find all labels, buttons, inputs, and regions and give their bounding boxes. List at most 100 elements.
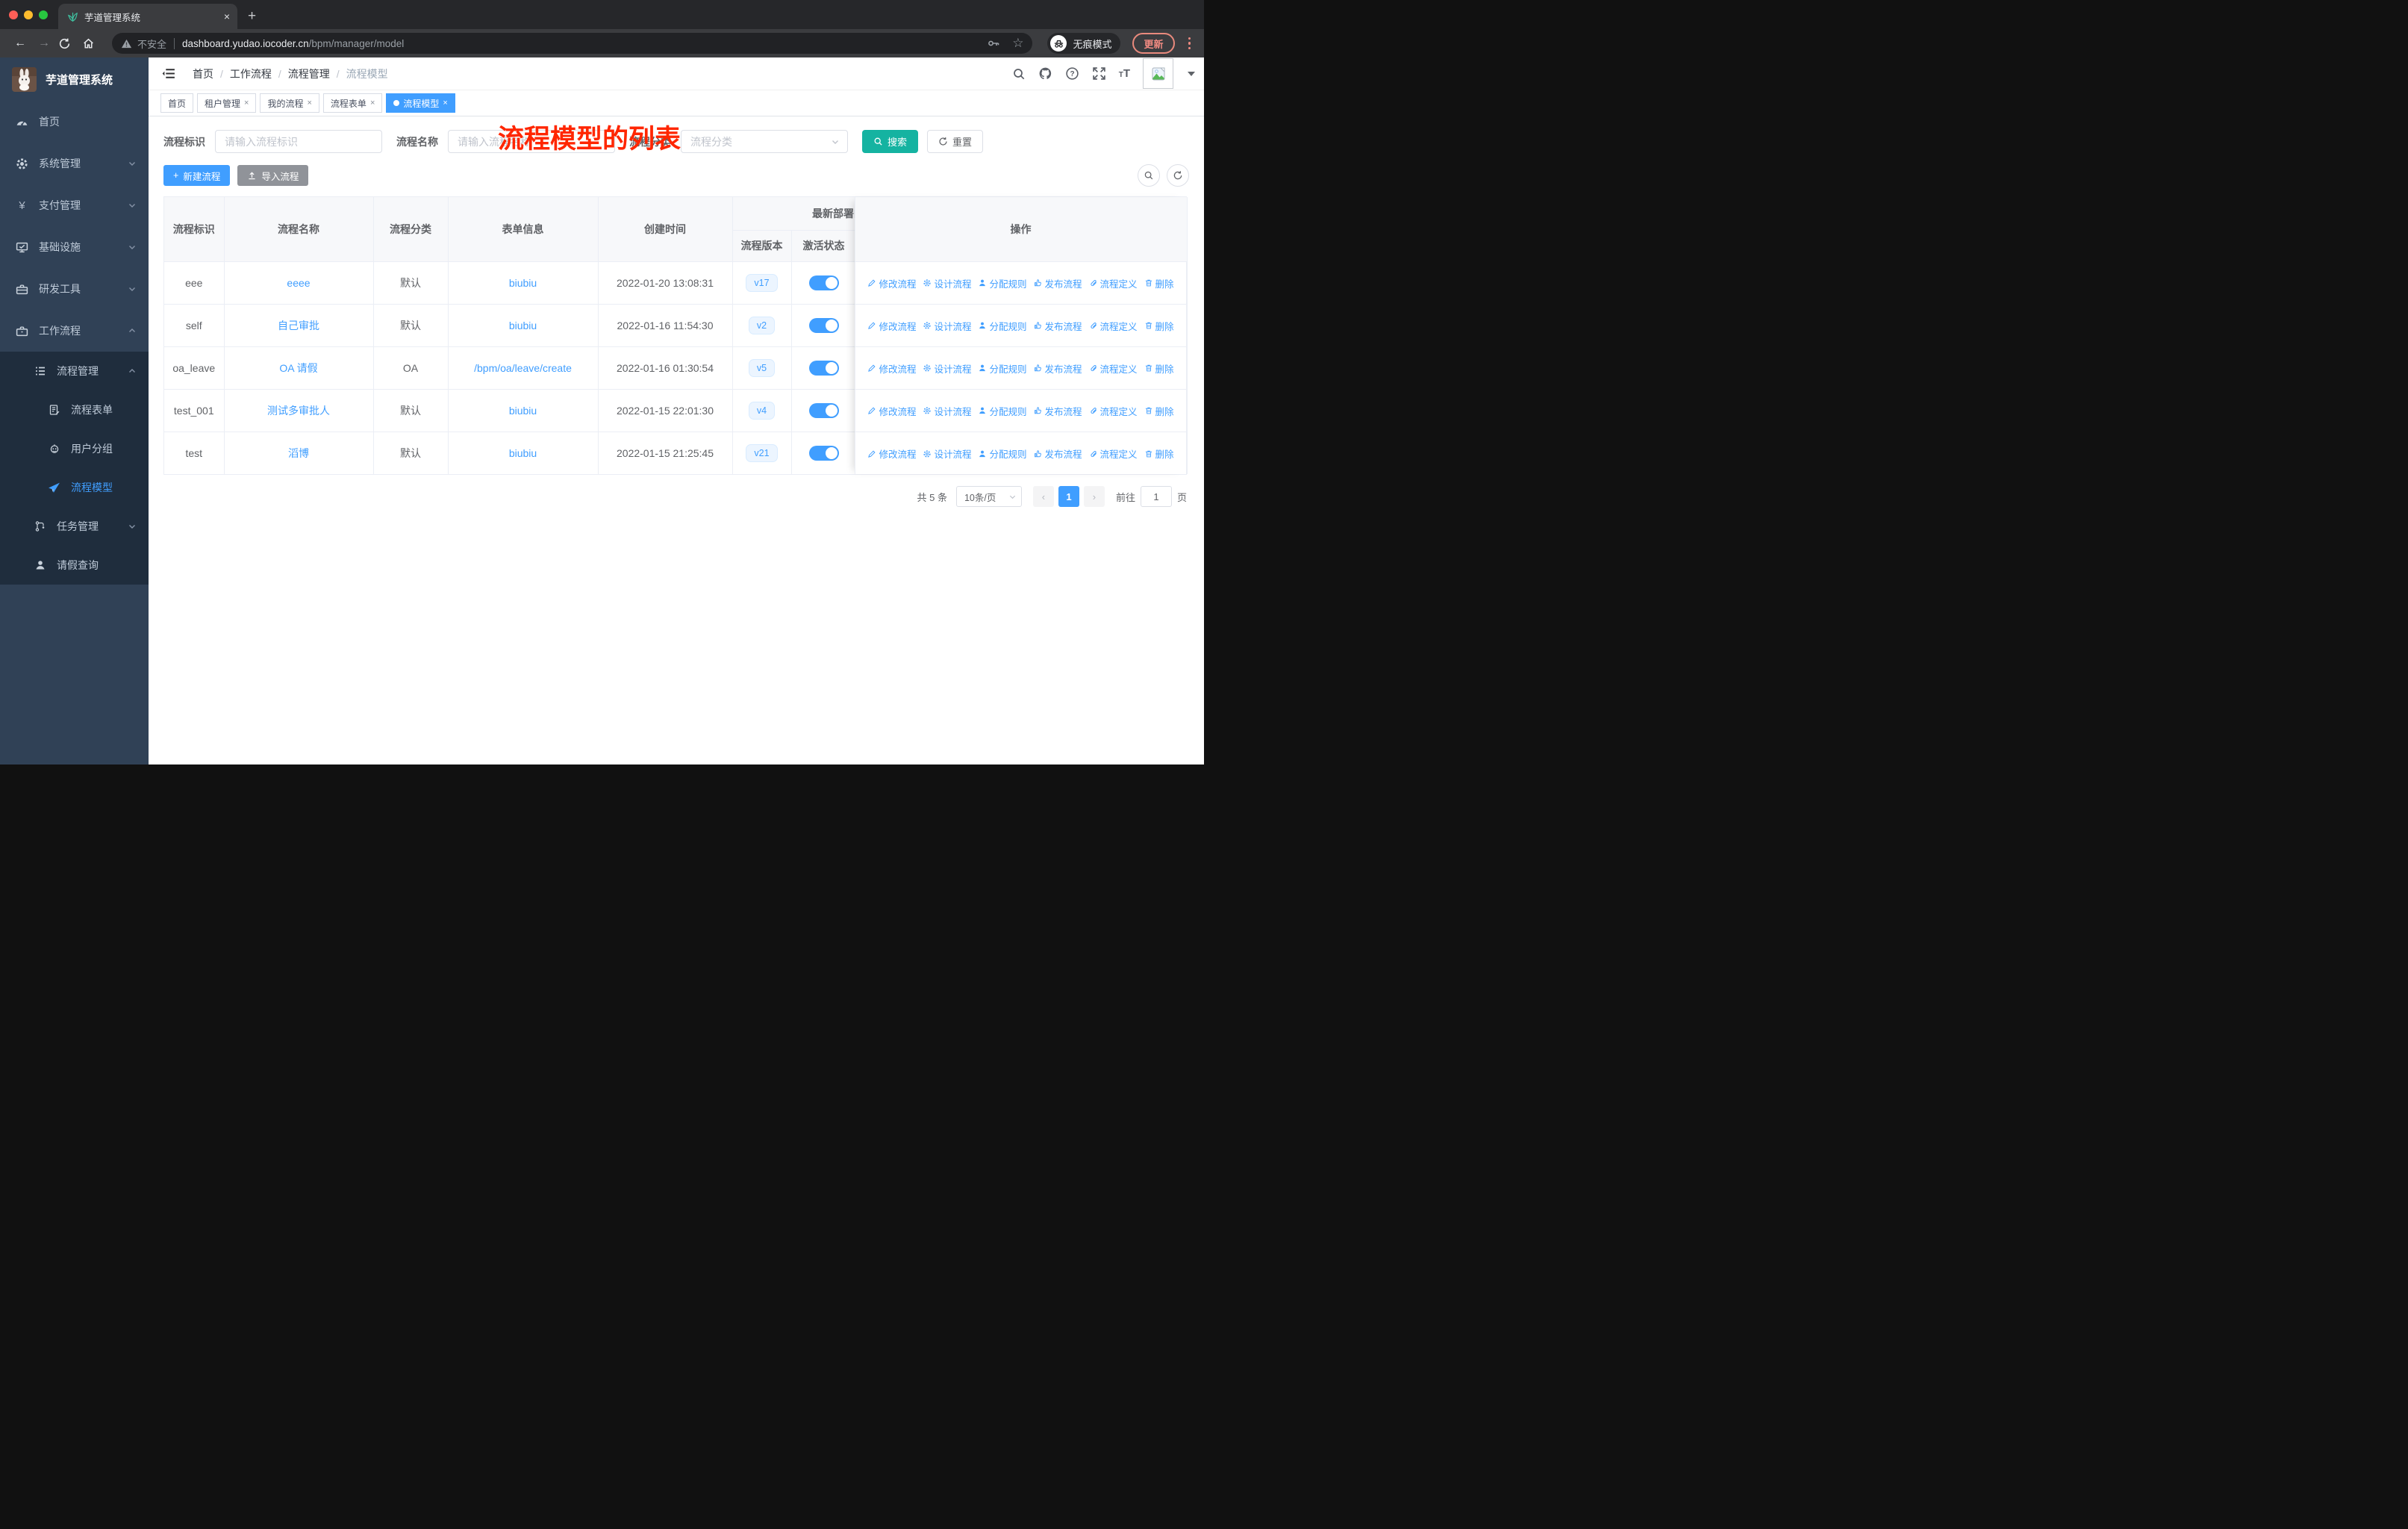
form-link[interactable]: /bpm/oa/leave/create xyxy=(474,362,572,374)
form-link[interactable]: biubiu xyxy=(509,277,537,289)
tab-my-process[interactable]: 我的流程 × xyxy=(260,93,319,113)
update-button[interactable]: 更新 xyxy=(1132,33,1175,54)
model-name-link[interactable]: 自己审批 xyxy=(278,320,319,331)
action-assign-link[interactable]: 分配规则 xyxy=(978,319,1027,333)
tab-close-icon[interactable]: × xyxy=(244,99,249,108)
back-button[interactable]: ← xyxy=(10,37,30,50)
action-delete-link[interactable]: 删除 xyxy=(1144,319,1174,333)
action-assign-link[interactable]: 分配规则 xyxy=(978,361,1027,376)
url-text[interactable]: dashboard.yudao.iocoder.cn/bpm/manager/m… xyxy=(182,38,404,49)
sidebar-collapse-icon[interactable] xyxy=(157,66,181,81)
create-process-button[interactable]: + 新建流程 xyxy=(163,165,231,186)
tab-close-icon[interactable]: × xyxy=(224,10,230,22)
active-switch[interactable] xyxy=(808,402,839,418)
model-name-link[interactable]: 滔博 xyxy=(288,447,309,459)
action-publish-link[interactable]: 发布流程 xyxy=(1034,446,1082,461)
model-name-link[interactable]: OA 请假 xyxy=(279,362,317,374)
action-design-link[interactable]: 设计流程 xyxy=(923,361,971,376)
version-badge[interactable]: v2 xyxy=(748,316,776,334)
action-design-link[interactable]: 设计流程 xyxy=(923,446,971,461)
version-badge[interactable]: v21 xyxy=(746,443,778,462)
model-name-link[interactable]: 测试多审批人 xyxy=(267,405,330,417)
maximize-window-button[interactable] xyxy=(39,10,48,19)
action-publish-link[interactable]: 发布流程 xyxy=(1034,319,1082,333)
sidebar-item-process-model[interactable]: 流程模型 xyxy=(0,468,149,507)
avatar[interactable] xyxy=(1143,58,1173,89)
form-link[interactable]: biubiu xyxy=(509,447,537,459)
process-id-input[interactable] xyxy=(215,130,382,153)
action-definition-link[interactable]: 流程定义 xyxy=(1089,319,1138,333)
tab-process-model[interactable]: 流程模型 × xyxy=(386,93,455,113)
github-icon[interactable] xyxy=(1038,66,1052,81)
active-switch[interactable] xyxy=(808,445,839,461)
next-page-button[interactable]: › xyxy=(1083,486,1105,507)
version-badge[interactable]: v5 xyxy=(748,358,776,377)
search-button[interactable]: 搜索 xyxy=(862,130,919,153)
action-delete-link[interactable]: 删除 xyxy=(1144,361,1174,376)
fullscreen-icon[interactable] xyxy=(1092,66,1106,81)
address-bar[interactable]: 不安全 dashboard.yudao.iocoder.cn/bpm/manag… xyxy=(112,33,1033,54)
reset-button[interactable]: 重置 xyxy=(927,130,984,153)
action-design-link[interactable]: 设计流程 xyxy=(923,319,971,333)
page-size-select[interactable]: 10条/页 xyxy=(955,486,1022,507)
tab-process-form[interactable]: 流程表单 × xyxy=(322,93,383,113)
font-size-icon[interactable]: TT xyxy=(1119,67,1130,80)
action-edit-link[interactable]: 修改流程 xyxy=(867,319,916,333)
refresh-button[interactable] xyxy=(1167,164,1189,187)
version-badge[interactable]: v17 xyxy=(746,273,778,292)
bookmark-star-icon[interactable]: ☆ xyxy=(1012,36,1023,51)
breadcrumb-item[interactable]: 工作流程 xyxy=(230,66,272,81)
action-edit-link[interactable]: 修改流程 xyxy=(867,361,916,376)
sidebar-item-user-group[interactable]: 用户分组 xyxy=(0,429,149,468)
action-definition-link[interactable]: 流程定义 xyxy=(1089,276,1138,290)
breadcrumb-item[interactable]: 首页 xyxy=(193,66,213,81)
active-switch[interactable] xyxy=(808,360,839,376)
sidebar-item-task-mgmt[interactable]: 任务管理 xyxy=(0,507,149,546)
new-tab-button[interactable]: + xyxy=(248,4,256,29)
category-select[interactable]: 流程分类 xyxy=(681,130,848,153)
sidebar-item-home[interactable]: 首页 xyxy=(0,101,149,143)
goto-page-input[interactable] xyxy=(1140,486,1172,507)
action-edit-link[interactable]: 修改流程 xyxy=(867,276,916,290)
security-warning-icon[interactable] xyxy=(121,38,132,49)
search-icon[interactable] xyxy=(1012,67,1026,81)
action-definition-link[interactable]: 流程定义 xyxy=(1089,404,1138,418)
action-assign-link[interactable]: 分配规则 xyxy=(978,404,1027,418)
action-design-link[interactable]: 设计流程 xyxy=(923,276,971,290)
browser-tab[interactable]: 芋道管理系统 × xyxy=(58,4,237,29)
action-design-link[interactable]: 设计流程 xyxy=(923,404,971,418)
action-edit-link[interactable]: 修改流程 xyxy=(867,404,916,418)
action-delete-link[interactable]: 删除 xyxy=(1144,404,1174,418)
action-assign-link[interactable]: 分配规则 xyxy=(978,446,1027,461)
sidebar-item-leave-query[interactable]: 请假查询 xyxy=(0,546,149,585)
sidebar-item-payment[interactable]: ¥ 支付管理 xyxy=(0,184,149,226)
help-icon[interactable]: ? xyxy=(1065,66,1079,81)
form-link[interactable]: biubiu xyxy=(509,320,537,331)
breadcrumb-item[interactable]: 流程管理 xyxy=(288,66,330,81)
action-edit-link[interactable]: 修改流程 xyxy=(867,446,916,461)
forward-button[interactable]: → xyxy=(34,37,54,50)
active-switch[interactable] xyxy=(808,317,839,333)
browser-menu-icon[interactable] xyxy=(1182,37,1197,50)
key-icon[interactable] xyxy=(987,37,1000,50)
page-1-button[interactable]: 1 xyxy=(1058,486,1079,507)
toggle-search-button[interactable] xyxy=(1138,164,1160,187)
minimize-window-button[interactable] xyxy=(24,10,33,19)
active-switch[interactable] xyxy=(808,275,839,290)
import-process-button[interactable]: 导入流程 xyxy=(237,165,309,186)
action-definition-link[interactable]: 流程定义 xyxy=(1089,446,1138,461)
action-delete-link[interactable]: 删除 xyxy=(1144,446,1174,461)
security-warning-label[interactable]: 不安全 xyxy=(137,37,166,51)
sidebar-item-workflow[interactable]: 工作流程 xyxy=(0,310,149,352)
sidebar-item-devtools[interactable]: 研发工具 xyxy=(0,268,149,310)
sidebar-item-process-form[interactable]: 流程表单 xyxy=(0,390,149,429)
close-window-button[interactable] xyxy=(9,10,18,19)
form-link[interactable]: biubiu xyxy=(509,405,537,417)
model-name-link[interactable]: eeee xyxy=(287,277,310,289)
reload-button[interactable] xyxy=(58,37,78,50)
sidebar-item-process-mgmt[interactable]: 流程管理 xyxy=(0,352,149,390)
action-delete-link[interactable]: 删除 xyxy=(1144,276,1174,290)
prev-page-button[interactable]: ‹ xyxy=(1032,486,1054,507)
sidebar-item-system[interactable]: 系统管理 xyxy=(0,143,149,184)
action-definition-link[interactable]: 流程定义 xyxy=(1089,361,1138,376)
